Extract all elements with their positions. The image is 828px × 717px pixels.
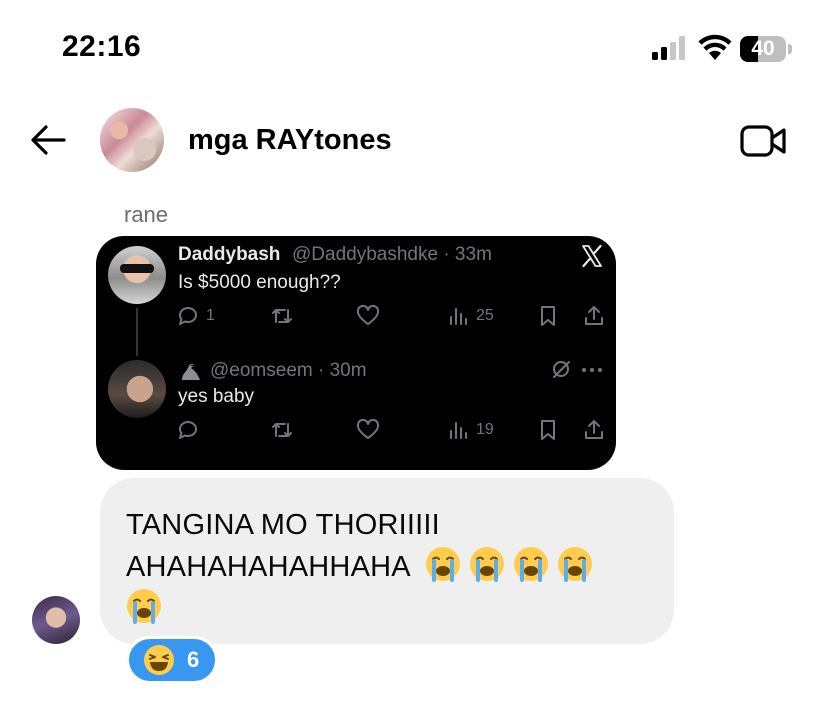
heart-icon	[356, 304, 380, 325]
retweet-icon	[272, 309, 292, 323]
shared-tweet-image[interactable]: Daddybash @Daddybashdke · 33m Is $5000 e…	[96, 236, 616, 470]
loudly-crying-face-icon	[127, 589, 161, 624]
video-camera-icon[interactable]	[740, 124, 788, 158]
laughing-face-icon	[144, 645, 174, 675]
arrow-left-icon[interactable]	[28, 122, 68, 158]
more-options-icon	[582, 368, 602, 372]
message-line-1: TANGINA MO THORIIIII	[126, 509, 440, 541]
sea-lion-icon	[182, 363, 200, 380]
grok-icon	[553, 361, 570, 378]
reaction-count: 6	[187, 647, 200, 672]
status-time: 22:16	[62, 30, 142, 63]
tweet-author-name: Daddybash	[178, 244, 281, 265]
retweet-icon	[272, 423, 292, 437]
x-logo-icon	[582, 244, 602, 268]
group-title[interactable]: mga RAYtones	[188, 124, 392, 157]
reply-view-count: 19	[476, 421, 494, 438]
wifi-icon	[698, 34, 732, 60]
reply-views-action: 19	[446, 418, 494, 442]
loudly-crying-face-icon	[558, 547, 593, 582]
tweet-retweet-action	[270, 304, 294, 328]
views-icon	[450, 308, 467, 325]
loudly-crying-face-icon	[426, 547, 461, 582]
reply-retweet-action	[270, 418, 294, 442]
battery-percent: 40	[751, 37, 775, 60]
reply-reply-action	[176, 418, 200, 442]
reply-icon	[179, 307, 197, 325]
tweet-text: Is $5000 enough??	[178, 272, 341, 293]
group-avatar[interactable]	[100, 108, 164, 172]
message-line-2: AHAHAHAHAHHAHA	[126, 551, 410, 583]
reply-author-handle: @eomseem · 30m	[210, 360, 367, 381]
share-icon	[585, 306, 603, 325]
message-sender-name: rane	[124, 202, 169, 227]
tweet-reply-action: 1	[176, 304, 215, 328]
share-icon	[585, 420, 603, 439]
message-bubble[interactable]: TANGINA MO THORIIIII AHAHAHAHAHHAHA	[100, 478, 674, 644]
tweet-reply-count: 1	[206, 307, 215, 324]
reply-like-action	[356, 418, 380, 442]
reply-author-avatar	[108, 360, 166, 418]
reaction-pill[interactable]: 6	[126, 636, 218, 684]
thread-line	[136, 308, 138, 356]
tweet-author-handle: @Daddybashdke · 33m	[292, 244, 492, 265]
bookmark-icon	[541, 306, 555, 326]
tweet-author-avatar	[108, 246, 166, 304]
loudly-crying-face-icon	[514, 547, 549, 582]
tweet-view-count: 25	[476, 307, 494, 324]
message-text: TANGINA MO THORIIIII AHAHAHAHAHHAHA	[126, 504, 656, 630]
battery-indicator: 40	[740, 36, 792, 62]
tweet-views-action: 25	[446, 304, 494, 328]
bookmark-icon	[541, 420, 555, 440]
reply-icon	[179, 421, 197, 439]
cellular-signal-icon	[652, 36, 685, 60]
sender-avatar[interactable]	[32, 596, 80, 644]
views-icon	[450, 422, 467, 439]
tweet-like-action	[356, 304, 380, 328]
loudly-crying-face-icon	[470, 547, 505, 582]
heart-icon	[356, 418, 380, 439]
reply-text: yes baby	[178, 386, 255, 407]
